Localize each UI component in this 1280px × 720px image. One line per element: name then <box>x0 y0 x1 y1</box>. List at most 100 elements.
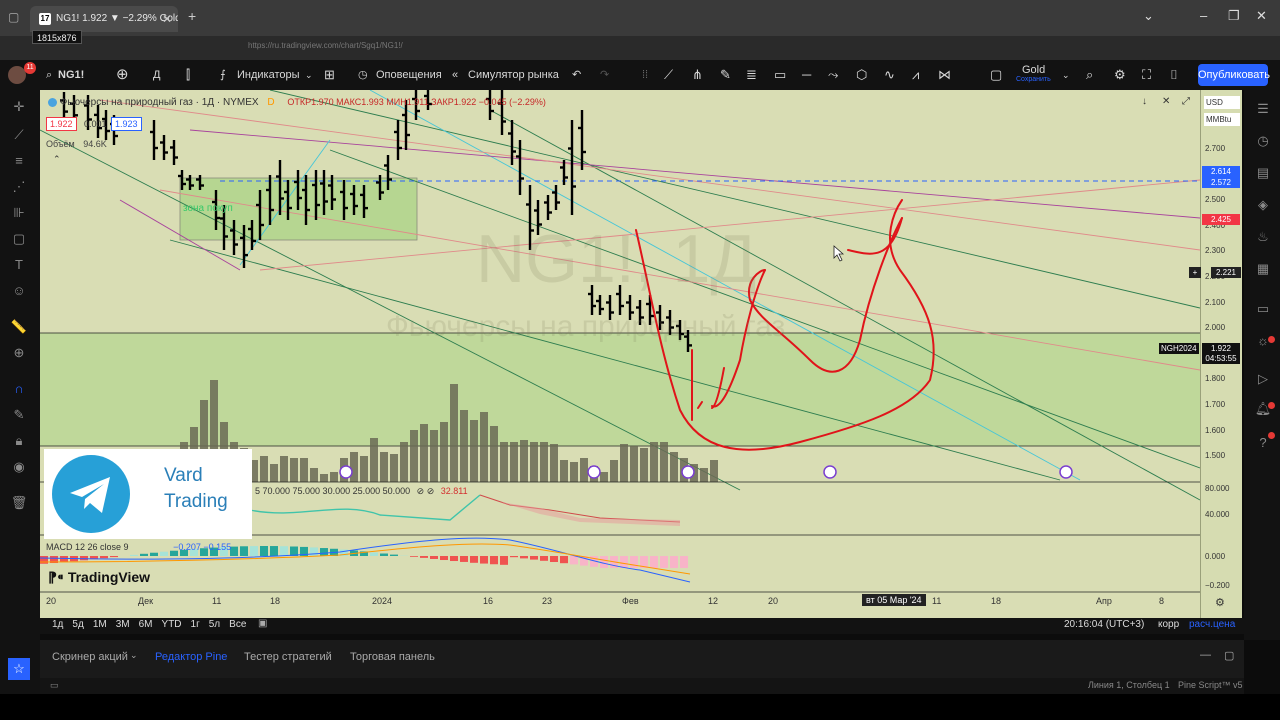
tab-trading-panel[interactable]: Торговая панель <box>350 651 435 663</box>
search-icon[interactable]: ⌕ <box>46 60 52 90</box>
unit-select[interactable]: MMBtu <box>1204 113 1240 126</box>
range-button[interactable]: 1д <box>52 619 63 630</box>
clock-timezone[interactable]: 20:16:04 (UTC+3) <box>1064 619 1144 630</box>
camera-icon[interactable]: ⌷ <box>1170 60 1178 90</box>
pencil-lock-icon[interactable]: ✎ <box>10 406 28 424</box>
trend-line-tool-icon[interactable]: ⟋ <box>664 60 673 90</box>
shapes-icon[interactable]: ▢ <box>10 230 28 248</box>
prediction-icon[interactable]: ⊪ <box>10 204 28 222</box>
alerts-clock-icon[interactable]: ◷ <box>1254 132 1272 150</box>
range-button[interactable]: 6М <box>139 619 153 630</box>
chevron-down-icon[interactable]: ⌄ <box>1143 8 1154 24</box>
interval-button[interactable]: Д <box>153 60 160 90</box>
minimize-icon[interactable]: – <box>1200 8 1207 23</box>
settings-icon[interactable]: ⊘ ⊘ <box>417 486 435 496</box>
maximize-panel-icon[interactable]: ▢ <box>1224 649 1234 662</box>
pitchfork-tool-icon[interactable]: ⋔ <box>692 60 703 90</box>
layout-save-status[interactable]: Сохранить <box>1016 73 1051 87</box>
trash-icon[interactable]: 🗑︎ <box>10 494 28 512</box>
eye-icon[interactable]: ◉ <box>10 458 28 476</box>
adjustment-toggle[interactable]: корр <box>1158 619 1179 630</box>
time-axis[interactable]: 20 Дек 11 18 2024 16 23 Фев 12 20 11 18 Апр 8 вт 05 М… <box>40 594 1200 609</box>
bell-icon[interactable]: 🔔︎ <box>1254 400 1272 418</box>
price-axis[interactable]: USD MMBtu 2.7002.6002.5002.4002.3002.200… <box>1159 90 1242 620</box>
url-text[interactable]: https://ru.tradingview.com/chart/Sgq1/NG… <box>248 41 403 50</box>
alert-clock-icon[interactable]: ◷ <box>358 60 368 90</box>
range-button[interactable]: 1М <box>93 619 107 630</box>
currency-select[interactable]: USD <box>1204 96 1240 109</box>
xabcd-pattern-tool-icon[interactable]: ⋈ <box>938 60 951 90</box>
rectangle-tool-icon[interactable]: ▭ <box>774 60 786 90</box>
chevron-down-icon[interactable]: ⌄ <box>305 60 313 90</box>
bar-style-icon[interactable]: ⫿ <box>186 60 190 90</box>
fullscreen-icon[interactable]: ⛶ <box>1142 60 1151 90</box>
ask-price[interactable]: 1.923 <box>111 117 142 131</box>
new-tab-icon[interactable]: + <box>188 8 196 24</box>
redo-icon[interactable]: ↷ <box>600 60 609 90</box>
replay-icon[interactable]: « <box>452 60 458 90</box>
axis-settings-gear-icon[interactable]: ⚙ <box>1215 596 1225 609</box>
polygon-tool-icon[interactable]: ⬡ <box>856 60 867 90</box>
watchlist-icon[interactable]: ☰ <box>1254 100 1272 118</box>
abcd-pattern-tool-icon[interactable]: ⩘ <box>912 60 919 90</box>
tradingview-logo[interactable]: ⁋⁌ TradingView <box>48 569 150 586</box>
help-icon[interactable]: ? <box>1254 434 1272 452</box>
scroll-down-icon[interactable]: ↓ <box>1142 96 1147 107</box>
range-button[interactable]: 5л <box>209 619 220 630</box>
symbol-search[interactable]: NG1! <box>58 60 84 90</box>
drag-handle-icon[interactable]: ⁞⁞ <box>642 60 648 90</box>
favorites-star-icon[interactable]: ☆ <box>8 658 30 680</box>
calendar-icon[interactable]: ▦ <box>1254 260 1272 278</box>
zoom-search-icon[interactable]: ⌕ <box>1086 60 1093 90</box>
fib-retracement-icon[interactable]: ≡ <box>10 152 28 170</box>
streams-play-icon[interactable]: ▷ <box>1254 370 1272 388</box>
date-range-calendar-icon[interactable]: ▣ <box>258 618 267 629</box>
chat-icon[interactable]: ▭ <box>1254 300 1272 318</box>
range-button[interactable]: 3М <box>116 619 130 630</box>
tab-strategy-tester[interactable]: Тестер стратегий <box>244 651 332 663</box>
chevron-down-icon[interactable]: ⌄ <box>1062 60 1070 90</box>
close-icon[interactable]: ✕ <box>1162 96 1170 107</box>
layers-icon[interactable]: ◈ <box>1254 196 1272 214</box>
brush-tool-icon[interactable]: ✎ <box>720 60 731 90</box>
publish-button[interactable]: Опубликовать <box>1198 64 1270 86</box>
emoji-icon[interactable]: ☺ <box>10 282 28 300</box>
settlement-toggle[interactable]: расч.цена <box>1189 619 1235 630</box>
ideas-bulb-icon[interactable]: ☼ <box>1254 332 1272 350</box>
chart-pane[interactable]: NG1!, 1Д Фьючерсы на природный газ Фьюче… <box>40 90 1200 620</box>
trend-line-icon[interactable]: ⟋ <box>10 126 28 144</box>
close-icon[interactable]: ✕ <box>162 6 172 32</box>
minimize-panel-icon[interactable]: — <box>1200 649 1211 661</box>
chart-canvas[interactable] <box>40 90 1200 620</box>
magnet-icon[interactable]: ∩ <box>10 380 28 398</box>
symbol-title[interactable]: Фьючерсы на природный газ · 1Д · NYMEX <box>60 97 259 108</box>
alerts-button[interactable]: Оповещения <box>376 60 442 90</box>
range-button[interactable]: Все <box>229 619 246 630</box>
range-button[interactable]: YTD <box>162 619 182 630</box>
macd-name[interactable]: MACD 12 26 close 9 <box>46 542 129 552</box>
close-window-icon[interactable]: ✕ <box>1256 8 1267 24</box>
compare-add-icon[interactable]: ⊕ <box>116 60 129 90</box>
pattern-icon[interactable]: ⋰ <box>10 178 28 196</box>
gear-icon[interactable]: ⚙ <box>1114 60 1126 90</box>
layouts-grid-icon[interactable]: ⊞ <box>324 60 335 90</box>
bid-price[interactable]: 1.922 <box>46 117 77 131</box>
maximize-pane-icon[interactable]: ⤢ <box>1182 96 1190 107</box>
collapse-legend-icon[interactable]: ⌃ <box>53 154 61 165</box>
ruler-icon[interactable]: 📏 <box>10 318 28 336</box>
tab-pine-editor[interactable]: Редактор Pine <box>155 651 227 663</box>
tab-stock-screener[interactable]: Скринер акций <box>52 651 128 663</box>
tab-actions-icon[interactable]: ▢ <box>8 10 19 24</box>
chevron-down-icon[interactable]: ⌄ <box>130 650 138 661</box>
restore-icon[interactable]: ❐ <box>1228 8 1240 24</box>
hotlist-flame-icon[interactable]: ♨ <box>1254 228 1272 246</box>
layout-square-icon[interactable]: ▢ <box>990 60 1002 90</box>
add-alert-plus-icon[interactable]: + <box>1189 267 1201 278</box>
data-window-icon[interactable]: ▤ <box>1254 164 1272 182</box>
path-tool-icon[interactable]: ⤳ <box>828 60 838 90</box>
panel-toggle-icon[interactable]: ▭ <box>50 680 59 691</box>
fib-tool-icon[interactable]: ≣ <box>746 60 757 90</box>
range-button[interactable]: 5д <box>72 619 83 630</box>
undo-icon[interactable]: ↶ <box>572 60 581 90</box>
indicators-button[interactable]: Индикаторы <box>237 60 300 90</box>
